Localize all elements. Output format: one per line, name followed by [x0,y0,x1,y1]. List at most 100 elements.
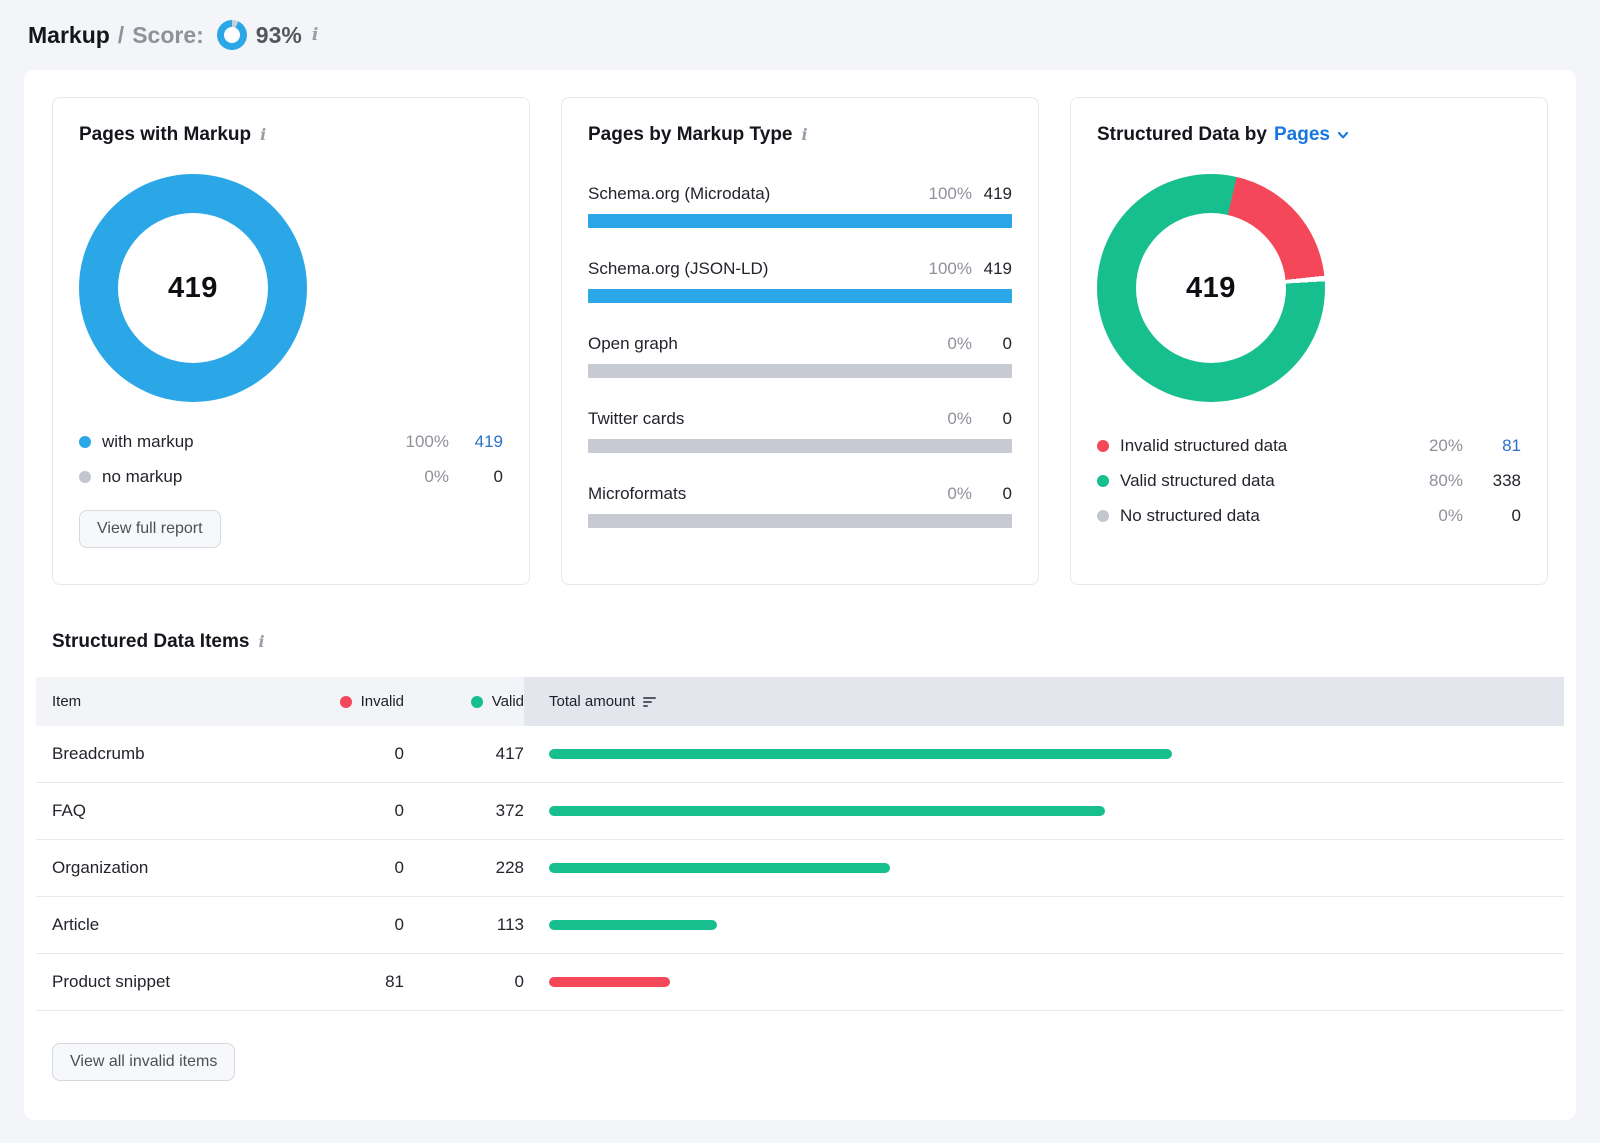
valid-cell: 0 [404,972,524,992]
chevron-down-icon [1336,128,1350,142]
total-amount-bar [549,977,670,987]
bar-track [588,214,1012,228]
pages-selector[interactable]: Pages [1274,122,1350,148]
total-amount-bar [549,749,1172,759]
with-markup-dot-icon [79,436,91,448]
table-row: Product snippet 81 0 [36,954,1564,1011]
markup-type-value: 0 [982,334,1012,354]
sort-descending-icon [643,696,657,708]
markup-type-row: Open graph 0% 0 [588,334,1012,378]
card-title-text: Structured Data by [1097,122,1267,148]
markup-type-row: Microformats 0% 0 [588,484,1012,528]
column-header-item: Item [36,693,316,710]
invalid-cell-link[interactable]: 81 [316,972,404,992]
pages-donut: 419 [79,174,307,402]
structured-data-items-title: Structured Data Items i [52,631,1548,653]
item-cell: FAQ [36,801,316,821]
legend-value-link[interactable]: 419 [449,432,503,452]
view-all-invalid-items-button[interactable]: View all invalid items [52,1043,235,1081]
legend-percent: 80% [1411,471,1463,491]
markup-type-value: 0 [982,409,1012,429]
column-header-invalid: Invalid [316,693,404,710]
legend-percent: 0% [387,467,449,487]
table-row: Article 0 113 [36,897,1564,954]
legend-label: Invalid structured data [1120,436,1287,456]
markup-type-percent: 100% [929,259,972,279]
markup-type-percent: 0% [947,409,972,429]
total-amount-bar [549,863,890,873]
card-pages-with-markup: Pages with Markup i 419 with markup 100%… [52,97,530,585]
pages-donut-total: 419 [118,213,268,363]
page-header: Markup / Score: 93% i [0,0,1600,70]
item-cell: Breadcrumb [36,744,316,764]
markup-type-row: Twitter cards 0% 0 [588,409,1012,453]
invalid-cell: 0 [316,801,404,821]
valid-cell: 113 [404,915,524,935]
markup-type-label: Open graph [588,334,678,354]
info-icon[interactable]: i [312,27,318,44]
total-amount-bar [549,806,1105,816]
card-structured-data-by-pages: Structured Data by Pages 419 Invalid str… [1070,97,1548,585]
markup-type-row: Schema.org (JSON-LD) 100% 419 [588,259,1012,303]
page-title-main: Markup [28,22,110,49]
view-full-report-button[interactable]: View full report [79,510,221,548]
legend-percent: 100% [387,432,449,452]
markup-type-row: Schema.org (Microdata) 100% 419 [588,184,1012,228]
markup-type-percent: 0% [947,334,972,354]
legend-value-link[interactable]: 81 [1463,436,1521,456]
report-panel: Pages with Markup i 419 with markup 100%… [24,70,1576,1120]
valid-cell: 372 [404,801,524,821]
legend-label: with markup [102,432,194,452]
none-dot-icon [1097,510,1109,522]
score-ring [217,20,247,50]
valid-cell: 228 [404,858,524,878]
legend-label: no markup [102,467,182,487]
legend-item: No structured data 0% 0 [1097,498,1521,533]
total-amount-bar [549,920,717,930]
markup-type-label: Twitter cards [588,409,684,429]
valid-dot-icon [1097,475,1109,487]
pages-selector-label[interactable]: Pages [1274,122,1330,148]
table-footer: View all invalid items [52,1043,1548,1081]
section-title-text: Structured Data Items [52,631,249,653]
legend-percent: 0% [1411,506,1463,526]
invalid-cell: 0 [316,915,404,935]
cards-row: Pages with Markup i 419 with markup 100%… [52,97,1548,585]
card-title-text: Pages with Markup [79,122,251,148]
structured-data-items-table: Item Invalid Valid Total amount [36,677,1564,1011]
card-title: Pages with Markup i [79,122,503,148]
bar-track [588,514,1012,528]
score-ring-hole [224,27,240,43]
table-header-row: Item Invalid Valid Total amount [36,677,1564,726]
bar-fill [588,214,1012,228]
markup-type-value-link[interactable]: 419 [982,259,1012,279]
info-icon[interactable]: i [802,127,808,143]
legend-item: with markup 100% 419 [79,424,503,459]
page-title-separator: / [118,22,124,49]
markup-type-label: Schema.org (JSON-LD) [588,259,768,279]
table-row: FAQ 0 372 [36,783,1564,840]
valid-dot-icon [471,696,483,708]
item-cell: Product snippet [36,972,316,992]
info-icon[interactable]: i [260,127,266,143]
card-pages-by-markup-type: Pages by Markup Type i Schema.org (Micro… [561,97,1039,585]
invalid-dot-icon [340,696,352,708]
legend-value: 0 [449,467,503,487]
column-header-valid: Valid [404,693,524,710]
info-icon[interactable]: i [258,634,264,650]
invalid-cell: 0 [316,858,404,878]
markup-type-value-link[interactable]: 419 [982,184,1012,204]
pages-legend: with markup 100% 419 no markup 0% 0 [79,424,503,494]
card-title: Pages by Markup Type i [588,122,1012,148]
column-header-total-amount[interactable]: Total amount [524,677,1564,726]
score-value: 93% [256,22,302,49]
legend-label: Valid structured data [1120,471,1275,491]
legend-label: No structured data [1120,506,1260,526]
bar-track [588,439,1012,453]
table-row: Breadcrumb 0 417 [36,726,1564,783]
legend-percent: 20% [1411,436,1463,456]
markup-type-list: Schema.org (Microdata) 100% 419 Schema.o… [588,184,1012,528]
markup-type-percent: 0% [947,484,972,504]
item-cell: Organization [36,858,316,878]
valid-cell: 417 [404,744,524,764]
